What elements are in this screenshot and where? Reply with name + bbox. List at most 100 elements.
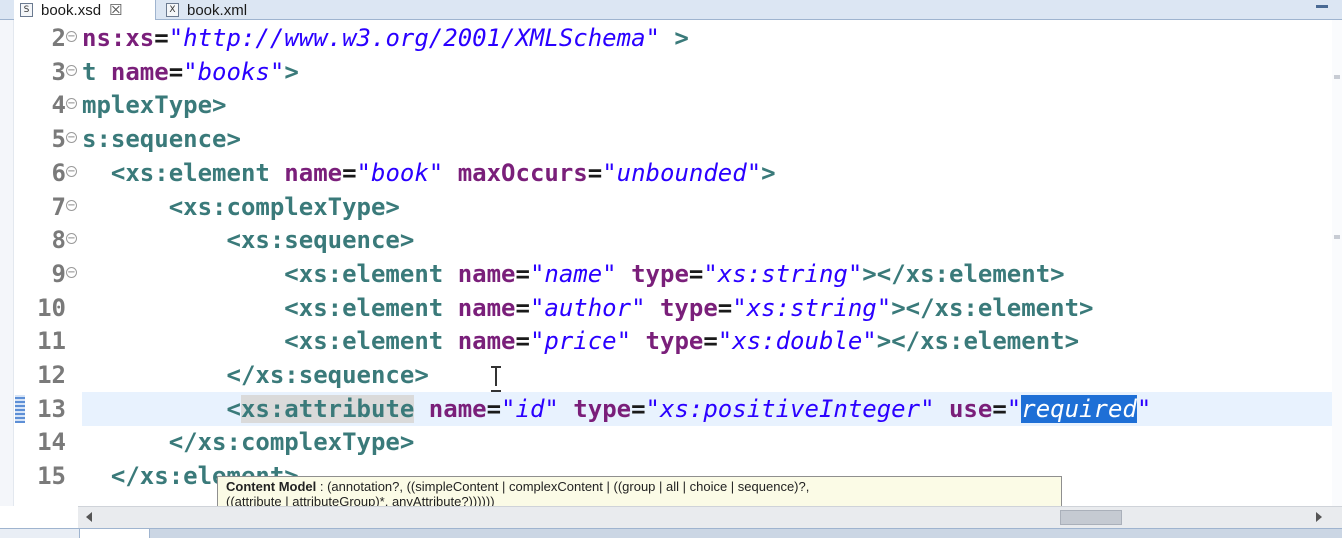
token-val: "author" <box>529 293 646 322</box>
line-number: 3 <box>51 57 66 86</box>
token-eq: = <box>515 327 530 356</box>
close-icon[interactable]: ☒ <box>109 1 122 19</box>
code-line-11[interactable]: 11 <xs:element name="price" type="xs:dou… <box>0 324 1342 358</box>
code-line-14[interactable]: 14 </xs:complexType> <box>0 425 1342 459</box>
token-eq: = <box>631 394 646 423</box>
line-number: 13 <box>37 394 66 423</box>
token-tag: > <box>284 57 299 86</box>
code-text[interactable]: <xs:element name="price" type="xs:double… <box>82 325 1079 357</box>
tab-label: book.xsd <box>41 1 102 19</box>
fold-collapse-icon[interactable]: − <box>66 132 77 144</box>
fold-collapse-icon[interactable]: − <box>66 31 77 42</box>
code-text[interactable]: <xs:sequence> <box>82 224 414 256</box>
minimize-icon[interactable] <box>1316 5 1328 8</box>
scroll-right-icon[interactable] <box>1316 512 1322 522</box>
token-eq: = <box>342 158 357 187</box>
token-eq <box>414 395 428 423</box>
token-tag: <xs:element <box>82 259 458 288</box>
code-line-8[interactable]: 8− <xs:sequence> <box>0 223 1342 257</box>
code-line-2[interactable]: 2− ns:xs="http://www.w3.org/2001/XMLSchem… <box>0 21 1342 55</box>
code-text[interactable]: <xs:element name="name" type="xs:string"… <box>82 258 1065 290</box>
code-text[interactable]: mplexType> <box>82 89 227 121</box>
token-eq: = <box>717 293 733 322</box>
tab-source[interactable] <box>80 529 150 538</box>
code-editor[interactable]: 2− ns:xs="http://www.w3.org/2001/XMLSchem… <box>0 20 1342 506</box>
scroll-left-icon[interactable] <box>86 512 92 522</box>
token-val: "name" <box>529 259 617 288</box>
line-number: 4 <box>51 91 66 120</box>
token-tag: <xs:complexType> <box>82 192 400 221</box>
token-attr: ns:xs <box>82 24 155 52</box>
content-model-hover: Content Model : (annotation?, ((simpleCo… <box>217 476 1062 510</box>
fold-collapse-icon[interactable]: − <box>66 98 77 110</box>
token-tag: </xs:complexType> <box>82 428 415 457</box>
tab-book-xsd[interactable]: S book.xsd ☒ <box>14 0 156 20</box>
token-eq: = <box>703 327 718 356</box>
ruler-mark[interactable] <box>1334 75 1340 79</box>
token-tag: <xs:element <box>82 327 458 356</box>
fold-collapse-icon[interactable]: − <box>66 165 77 177</box>
tab-design[interactable] <box>0 529 80 538</box>
token-attr: name <box>457 293 516 322</box>
token-eq <box>646 294 660 322</box>
code-text[interactable]: <xs:complexType> <box>82 191 400 223</box>
token-val: "xs:positiveInteger" <box>645 394 935 423</box>
editor-tab-bar: S book.xsd ☒ X book.xml <box>0 0 1342 20</box>
current-line-marker <box>15 394 25 423</box>
token-attr: name <box>457 259 516 288</box>
token-attr: maxOccurs <box>457 158 588 187</box>
code-line-5[interactable]: 5− s:sequence> <box>0 122 1342 156</box>
token-tag: ></xs:element> <box>862 259 1065 288</box>
line-number: 11 <box>37 327 66 356</box>
code-line-6[interactable]: 6− <xs:element name="book" maxOccurs="un… <box>0 156 1342 190</box>
token-val: "xs:double" <box>717 327 877 356</box>
code-line-7[interactable]: 7− <xs:complexType> <box>0 190 1342 224</box>
code-text[interactable]: </xs:sequence> <box>82 359 428 391</box>
line-number: 7 <box>51 192 66 221</box>
token-attr: name <box>428 394 487 423</box>
token-val: "xs:string" <box>703 259 863 288</box>
code-line-4[interactable]: 4− mplexType> <box>0 88 1342 122</box>
line-number: 6 <box>51 158 66 187</box>
token-val: "books" <box>183 57 285 86</box>
token-tag: <xs:element <box>82 158 285 187</box>
token-attr: use <box>948 394 993 423</box>
fold-collapse-icon[interactable]: − <box>66 266 77 278</box>
token-attr: type <box>573 394 632 423</box>
code-text[interactable]: <xs:attribute name="id" type="xs:positiv… <box>82 393 1151 425</box>
token-val: "id" <box>501 394 559 423</box>
fold-collapse-icon[interactable]: − <box>66 64 77 76</box>
overview-ruler[interactable] <box>1332 20 1342 506</box>
token-eq: = <box>992 394 1007 423</box>
code-line-13[interactable]: 13 <xs:attribute name="id" type="xs:posi… <box>15 391 1342 426</box>
code-text[interactable]: </xs:complexType> <box>82 426 415 458</box>
line-number: 12 <box>37 361 66 389</box>
token-eq: = <box>688 259 704 288</box>
tab-book-xml[interactable]: X book.xml <box>162 0 282 20</box>
code-text[interactable]: s:sequence> <box>82 123 241 155</box>
code-line-10[interactable]: 10 <xs:element name="author" type="xs:st… <box>0 291 1342 325</box>
token-tag: t <box>82 57 111 86</box>
token-eq: = <box>515 259 530 288</box>
line-number: 10 <box>37 293 66 322</box>
token-eq <box>631 327 645 355</box>
code-line-3[interactable]: 3− t name="books"> <box>0 55 1342 89</box>
line-number: 8 <box>51 226 66 255</box>
fold-collapse-icon[interactable]: − <box>66 199 77 211</box>
code-text[interactable]: t name="books"> <box>82 56 299 88</box>
code-line-12[interactable]: 12 </xs:sequence> <box>0 358 1342 392</box>
code-text[interactable]: <xs:element name="author" type="xs:strin… <box>82 292 1093 324</box>
code-text[interactable]: <xs:element name="book" maxOccurs="unbou… <box>82 157 776 189</box>
hover-text: : (annotation?, ((simpleContent | comple… <box>316 479 810 494</box>
xml-file-icon: X <box>166 3 179 17</box>
fold-collapse-icon[interactable]: − <box>66 233 77 245</box>
line-number: 9 <box>51 259 66 288</box>
horizontal-scrollbar[interactable] <box>78 506 1342 528</box>
code-text[interactable]: ns:xs="http://www.w3.org/2001/XMLSchema"… <box>82 22 689 54</box>
mouse-cursor-ibeam-icon <box>491 366 501 392</box>
scrollbar-thumb[interactable] <box>1060 510 1122 525</box>
token-eq <box>935 395 949 423</box>
code-line-9[interactable]: 9− <xs:element name="name" type="xs:stri… <box>0 257 1342 291</box>
ruler-mark[interactable] <box>1334 235 1340 239</box>
hover-title: Content Model <box>226 479 317 494</box>
